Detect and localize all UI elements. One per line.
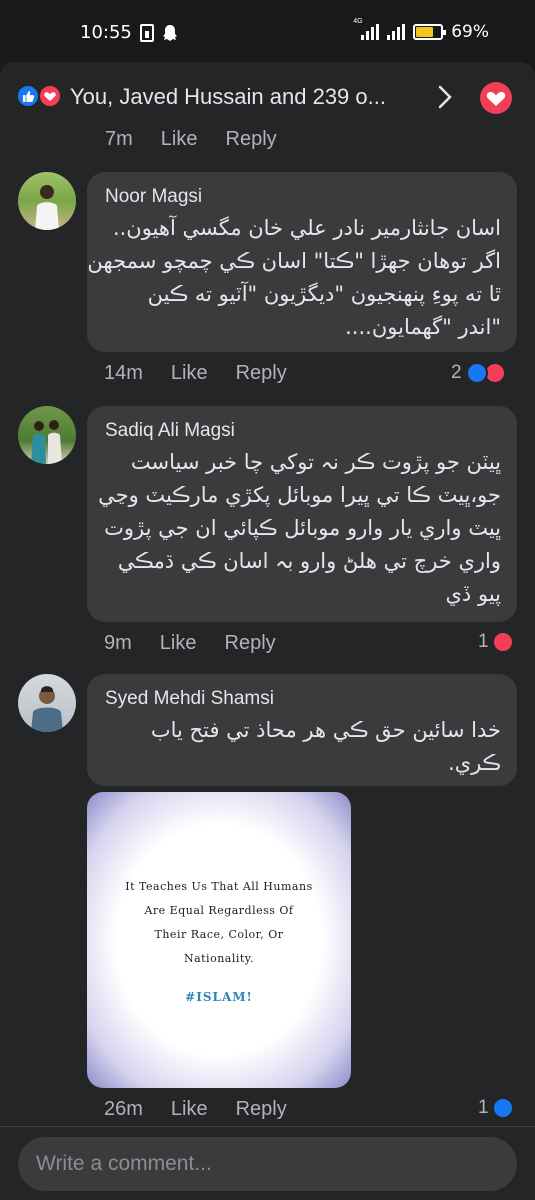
- like-reaction-icon: [465, 362, 488, 384]
- battery-percent: 69%: [451, 22, 489, 42]
- comment-line: خدا سائين حق ڪي هر محاذ تي فتح ياب: [150, 718, 501, 742]
- comments-sheet: You, Javed Hussain and 239 o... 7m Like …: [0, 62, 535, 1200]
- comment-bubble[interactable]: Noor Magsi اسان جانثارمير نادر علي خان م…: [87, 172, 517, 352]
- like-link[interactable]: Like: [160, 632, 197, 655]
- signal-icon: 4G: [353, 18, 380, 40]
- love-reaction-icon: [38, 84, 62, 108]
- chevron-right-icon[interactable]: [436, 84, 454, 110]
- comment-composer: [0, 1126, 535, 1200]
- reply-link[interactable]: Reply: [225, 632, 276, 655]
- reaction-count-number: 1: [478, 1097, 489, 1118]
- comment-bubble[interactable]: Sadiq Ali Magsi ڀيٽن جو پڙوت ڪر نہ توکي …: [87, 406, 517, 622]
- reaction-count[interactable]: 2: [451, 362, 506, 384]
- like-link[interactable]: Like: [171, 362, 208, 385]
- image-text-line: It Teaches Us That All Humans: [125, 880, 313, 893]
- comment-text: ڀيٽن جو پڙوت ڪر نہ توکي چا خبر سياست جو،…: [98, 446, 501, 611]
- reply-link[interactable]: Reply: [236, 1098, 287, 1121]
- snapchat-icon: [163, 24, 177, 42]
- avatar[interactable]: [18, 406, 76, 464]
- comment-time: 9m: [104, 632, 132, 654]
- avatar[interactable]: [18, 674, 76, 732]
- comment-actions: 26m Like Reply: [104, 1098, 315, 1121]
- reaction-count-number: 2: [451, 362, 462, 383]
- reply-link[interactable]: Reply: [236, 362, 287, 385]
- comment-line: ٿا ته پوءِ پنهنجيون "ديگڙيون "آٽيو ته ڪي…: [147, 282, 501, 306]
- heart-button-icon[interactable]: [480, 82, 512, 114]
- image-text-line: Their Race, Color, Or: [154, 928, 284, 941]
- comment-line: ڀيٽ واري يار وارو موبائل ڪپائي ان جي پڙو…: [104, 516, 501, 540]
- comment-time: 14m: [104, 362, 143, 384]
- battery-fill: [416, 27, 433, 37]
- status-bar: 10:55 4G 69%: [0, 0, 535, 62]
- comment-actions: 14m Like Reply: [104, 362, 315, 385]
- image-hashtag: #ISLAM!: [185, 990, 253, 1004]
- reactions-summary[interactable]: You, Javed Hussain and 239 o...: [70, 84, 420, 110]
- comment-line: اسان جانثارمير نادر علي خان مگسي آهيون..: [112, 216, 501, 240]
- image-text-line: Nationality.: [183, 952, 255, 965]
- reaction-count[interactable]: 1: [478, 631, 514, 653]
- like-reaction-icon: [16, 84, 40, 108]
- sim-icon: [140, 24, 154, 42]
- comment-text: خدا سائين حق ڪي هر محاذ تي فتح ياب ڪري.: [151, 714, 501, 780]
- comment-line: "اندر "گهمايون....: [345, 315, 501, 339]
- reaction-count-number: 1: [478, 631, 489, 652]
- comment-text: اسان جانثارمير نادر علي خان مگسي آهيون..…: [87, 212, 501, 344]
- comment-input[interactable]: [18, 1137, 517, 1191]
- comment-time: 7m: [105, 128, 133, 150]
- like-link[interactable]: Like: [171, 1098, 208, 1121]
- like-reaction-icon: [491, 1097, 514, 1119]
- comment-actions: 9m Like Reply: [104, 632, 304, 655]
- reaction-count[interactable]: 1: [478, 1097, 514, 1119]
- network-label: 4G: [353, 18, 363, 25]
- comment-image[interactable]: It Teaches Us That All Humans Are Equal …: [87, 792, 351, 1088]
- comment-actions-prev: 7m Like Reply: [105, 128, 305, 151]
- battery-icon: [413, 24, 447, 40]
- status-indicators: 4G 69%: [353, 18, 489, 42]
- status-time: 10:55: [80, 22, 132, 43]
- avatar[interactable]: [18, 172, 76, 230]
- image-text-line: Are Equal Regardless Of: [144, 904, 294, 917]
- comment-line: اگر توهان جهڙا "ڪتا" اسان ڪي چمچو سمجهن: [87, 249, 501, 273]
- comment-time: 26m: [104, 1098, 143, 1120]
- love-reaction-icon: [491, 631, 514, 653]
- comment-author[interactable]: Syed Mehdi Shamsi: [105, 688, 274, 710]
- reactions-header[interactable]: You, Javed Hussain and 239 o...: [0, 62, 535, 130]
- comment-line: ڪري.: [448, 751, 501, 775]
- like-link[interactable]: Like: [161, 128, 198, 151]
- comment-line: ڀيٽن جو پڙوت ڪر نہ توکي چا خبر سياست: [130, 450, 501, 474]
- comment-line: واري خرچ تي هلڻ وارو بہ اسان ڪي ڌمڪي: [117, 549, 501, 573]
- comment-author[interactable]: Sadiq Ali Magsi: [105, 420, 235, 442]
- comment-line: پيو ڏي: [445, 582, 502, 606]
- comment-bubble[interactable]: Syed Mehdi Shamsi خدا سائين حق ڪي هر محا…: [87, 674, 517, 786]
- reply-link[interactable]: Reply: [226, 128, 277, 151]
- comment-author[interactable]: Noor Magsi: [105, 186, 202, 208]
- signal-icon-2: [387, 24, 406, 40]
- comment-line: جو،ڀيٽ ڪا تي ڀيرا موبائل پکڙي مارڪيٽ وڃي: [98, 483, 501, 507]
